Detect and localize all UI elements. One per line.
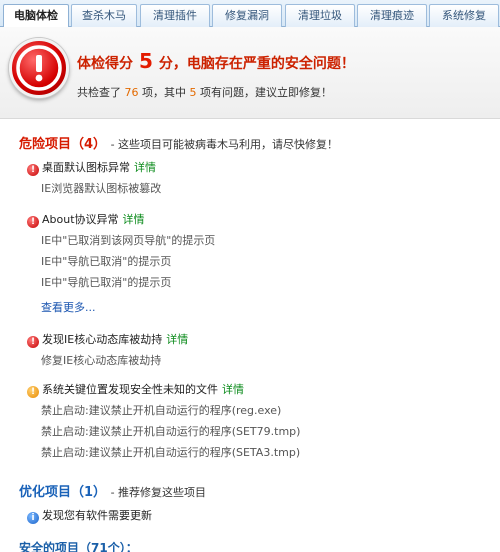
- danger-section-title: 危险项目（4） - 这些项目可能被病毒木马利用，请尽快修复！: [19, 137, 339, 152]
- tab-clean-plugins[interactable]: 清理插件: [140, 4, 210, 27]
- score-suffix: 分，电脑存在严重的安全问题！: [158, 56, 355, 72]
- optimize-section-desc: - 推荐修复这些项目: [110, 486, 207, 499]
- score-line: 体检得分 5 分，电脑存在严重的安全问题！: [77, 49, 355, 73]
- danger-item-unknown-files: ! 系统关键位置发现安全性未知的文件 详情: [27, 381, 244, 398]
- details-link[interactable]: 详情: [123, 213, 145, 226]
- optimize-section-title: 优化项目（1） - 推荐修复这些项目: [19, 485, 207, 500]
- tab-clean-traces[interactable]: 清理痕迹: [357, 4, 427, 27]
- check-summary: 共检查了 76 项，其中 5 项有问题，建议立即修复！: [77, 86, 332, 99]
- details-link[interactable]: 详情: [134, 161, 156, 174]
- danger-item-sub: IE浏览器默认图标被篡改: [41, 182, 162, 195]
- danger-item-sub: 禁止启动:建议禁止开机自动运行的程序(SETA3.tmp): [41, 446, 301, 459]
- view-more-link[interactable]: 查看更多...: [41, 299, 96, 315]
- tab-fix-vulnerabilities[interactable]: 修复漏洞: [212, 4, 282, 27]
- error-icon: !: [27, 336, 39, 348]
- danger-item-desktop-icon: ! 桌面默认图标异常 详情: [27, 159, 156, 176]
- alert-icon: [9, 38, 69, 98]
- danger-item-sub: IE中"导航已取消"的提示页: [41, 276, 172, 289]
- danger-item-sub: IE中"导航已取消"的提示页: [41, 255, 172, 268]
- optimize-item-software-update: i 发现您有软件需要更新: [27, 507, 152, 524]
- danger-item-about-protocol: ! About协议异常 详情: [27, 211, 145, 228]
- danger-item-sub: 修复IE核心动态库被劫持: [41, 354, 162, 367]
- details-link[interactable]: 详情: [222, 383, 244, 396]
- danger-item-sub: IE中"已取消到该网页导航"的提示页: [41, 234, 216, 247]
- error-icon: !: [27, 164, 39, 176]
- tab-trojan-scan[interactable]: 查杀木马: [71, 4, 137, 27]
- details-link[interactable]: 详情: [166, 333, 188, 346]
- problem-count: 5: [189, 86, 197, 99]
- error-icon: !: [27, 216, 39, 228]
- score-value: 5: [139, 49, 153, 73]
- danger-item-sub: 禁止启动:建议禁止开机自动运行的程序(SET79.tmp): [41, 425, 301, 438]
- danger-section-desc: - 这些项目可能被病毒木马利用，请尽快修复！: [110, 138, 339, 151]
- danger-item-sub: 禁止启动:建议禁止开机自动运行的程序(reg.exe): [41, 404, 282, 417]
- tab-pc-checkup[interactable]: 电脑体检: [3, 4, 69, 28]
- score-prefix: 体检得分: [77, 56, 133, 72]
- warning-icon: !: [27, 386, 39, 398]
- info-icon: i: [27, 512, 39, 524]
- danger-item-ie-hijack: ! 发现IE核心动态库被劫持 详情: [27, 331, 188, 348]
- tab-clean-junk[interactable]: 清理垃圾: [285, 4, 355, 27]
- checkup-header: 体检得分 5 分，电脑存在严重的安全问题！ 共检查了 76 项，其中 5 项有问题，…: [0, 27, 500, 119]
- checked-count: 76: [124, 86, 139, 99]
- tab-system-repair[interactable]: 系统修复: [429, 4, 499, 27]
- safe-section-title: 安全的项目（71个）：: [19, 541, 138, 552]
- tab-bar: 电脑体检 查杀木马 清理插件 修复漏洞 清理垃圾 清理痕迹 系统修复: [0, 0, 500, 28]
